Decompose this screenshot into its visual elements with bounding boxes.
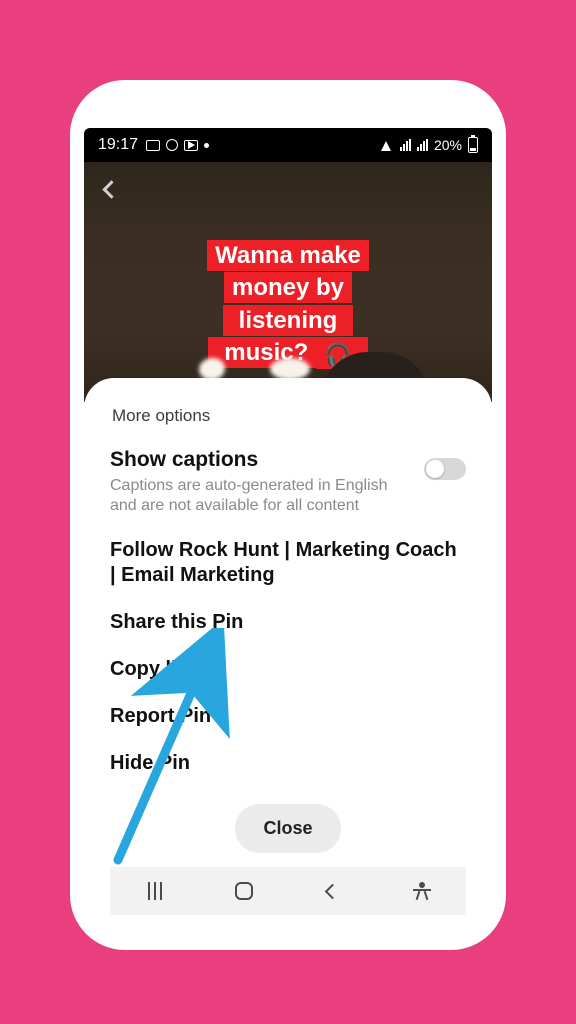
option-share[interactable]: Share this Pin bbox=[110, 610, 466, 635]
nav-home-button[interactable] bbox=[214, 882, 274, 900]
record-icon bbox=[166, 139, 178, 151]
nav-back-button[interactable] bbox=[303, 886, 363, 897]
status-bar: 19:17 20% bbox=[84, 128, 492, 162]
video-banner: Wanna make money by listening music?🎧 bbox=[186, 240, 390, 370]
option-copy-link[interactable]: Copy link bbox=[110, 657, 466, 682]
status-right: 20% bbox=[379, 137, 478, 153]
captions-toggle[interactable] bbox=[424, 458, 466, 480]
nav-accessibility-button[interactable] bbox=[392, 882, 452, 900]
nav-recents-button[interactable] bbox=[125, 882, 185, 900]
wifi-icon bbox=[379, 139, 394, 151]
signal-icon-2 bbox=[417, 139, 428, 151]
captions-title: Show captions bbox=[110, 448, 410, 472]
signal-icon-1 bbox=[400, 139, 411, 151]
option-follow[interactable]: Follow Rock Hunt | Marketing Coach | Ema… bbox=[110, 538, 466, 588]
phone-frame: 19:17 20% bbox=[70, 80, 506, 950]
more-options-sheet: More options Show captions Captions are … bbox=[84, 378, 492, 940]
sheet-title: More options bbox=[112, 406, 466, 426]
battery-icon bbox=[468, 137, 478, 153]
picture-icon bbox=[146, 140, 160, 151]
option-report[interactable]: Report Pin bbox=[110, 704, 466, 729]
captions-row[interactable]: Show captions Captions are auto-generate… bbox=[110, 448, 466, 516]
back-icon bbox=[325, 883, 341, 899]
phone-screen: 19:17 20% bbox=[84, 128, 492, 940]
captions-text: Show captions Captions are auto-generate… bbox=[110, 448, 410, 516]
option-hide[interactable]: Hide Pin bbox=[110, 751, 466, 776]
recents-icon bbox=[148, 882, 162, 900]
banner-line-1: Wanna make money by bbox=[207, 240, 369, 303]
captions-subtitle: Captions are auto-generated in English a… bbox=[110, 476, 410, 516]
status-left: 19:17 bbox=[98, 136, 209, 154]
home-icon bbox=[235, 882, 253, 900]
video-light-2 bbox=[270, 358, 310, 380]
back-button[interactable] bbox=[94, 172, 128, 206]
more-dot-icon bbox=[204, 143, 209, 148]
video-preview: Wanna make money by listening music?🎧 bbox=[84, 162, 492, 402]
chevron-left-icon bbox=[102, 180, 120, 198]
youtube-icon bbox=[184, 140, 198, 151]
status-time: 19:17 bbox=[98, 136, 138, 154]
status-notif-icons bbox=[146, 139, 209, 151]
battery-text: 20% bbox=[434, 137, 462, 153]
android-nav-bar bbox=[110, 867, 466, 915]
accessibility-icon bbox=[413, 882, 431, 900]
close-button[interactable]: Close bbox=[235, 804, 340, 853]
